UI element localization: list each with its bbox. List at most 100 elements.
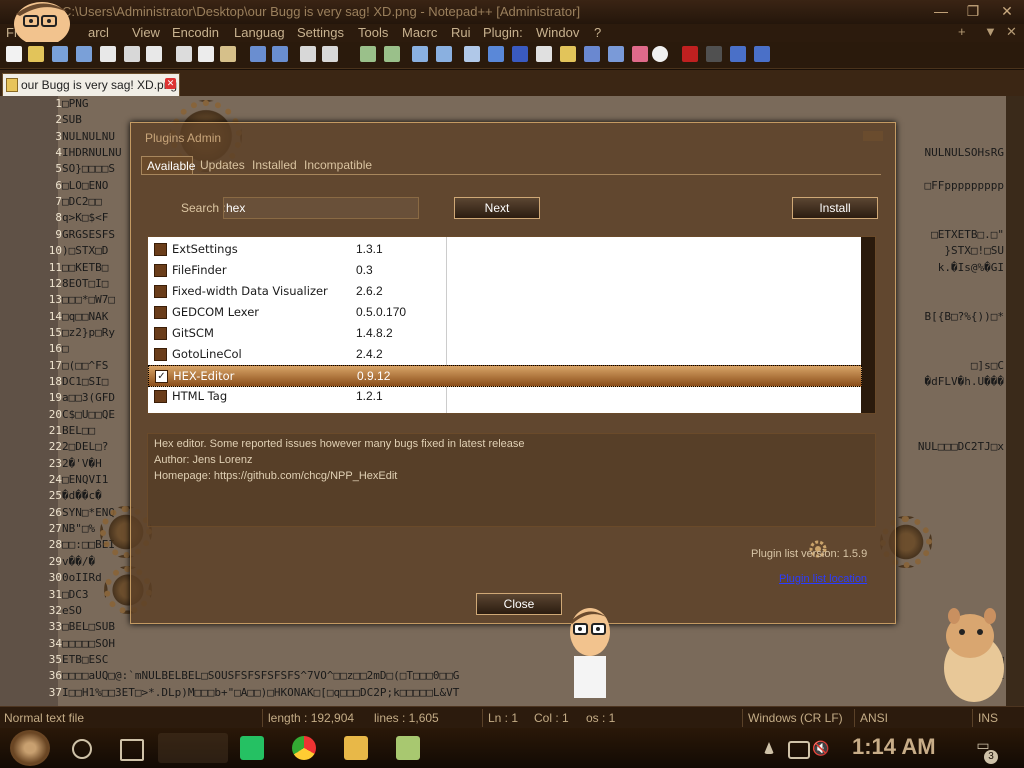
- task-view-icon[interactable]: [120, 739, 144, 761]
- plugin-row[interactable]: ExtSettings 1.3.1: [148, 239, 860, 259]
- menu-view[interactable]: View: [132, 25, 160, 40]
- plugin-checkbox[interactable]: ✓: [155, 370, 168, 383]
- menu-run[interactable]: Rui: [451, 25, 471, 40]
- language-icon[interactable]: [536, 46, 552, 62]
- undo-icon[interactable]: [250, 46, 266, 62]
- plugin-list-location-link[interactable]: Plugin list location: [779, 573, 867, 585]
- sync-horizontal-icon[interactable]: [436, 46, 452, 62]
- close-file-icon[interactable]: [100, 46, 116, 62]
- record-macro-icon[interactable]: [682, 46, 698, 62]
- show-hidden-icons[interactable]: [764, 742, 774, 754]
- minimize-button[interactable]: —: [928, 2, 954, 20]
- install-button[interactable]: Install: [792, 197, 878, 219]
- taskbar-slot[interactable]: [158, 733, 228, 763]
- menu-dropdown-icon[interactable]: ▼: [984, 24, 997, 39]
- print-icon[interactable]: [146, 46, 162, 62]
- folder-workspace-icon[interactable]: [608, 46, 624, 62]
- paste-icon[interactable]: [220, 46, 236, 62]
- dialog-title: Plugins Admin: [145, 131, 222, 145]
- next-button[interactable]: Next: [454, 197, 540, 219]
- menu-close-icon[interactable]: ✕: [1006, 24, 1017, 40]
- stop-macro-icon[interactable]: [706, 46, 722, 62]
- menu-plugins[interactable]: Plugin:: [483, 25, 523, 40]
- dialog-close-icon[interactable]: [863, 131, 883, 141]
- plugin-row[interactable]: ✓ HEX-Editor 0.9.12: [148, 365, 862, 387]
- notepad-plus-icon[interactable]: [396, 736, 420, 760]
- save-all-icon[interactable]: [76, 46, 92, 62]
- plugin-list[interactable]: ExtSettings 1.3.1 FileFinder 0.3 Fixed-width…: [147, 236, 876, 414]
- search-input[interactable]: [223, 197, 419, 219]
- plugin-checkbox[interactable]: [154, 348, 167, 361]
- plugin-row[interactable]: Fixed-width Data Visualizer 2.6.2: [148, 281, 860, 301]
- redo-icon[interactable]: [272, 46, 288, 62]
- menu-language[interactable]: Languag: [234, 25, 285, 40]
- tab-available[interactable]: Available: [141, 156, 195, 174]
- show-all-chars-icon[interactable]: [488, 46, 504, 62]
- tab-close-icon[interactable]: ✕: [165, 78, 176, 89]
- line-number: 15: [48, 325, 62, 339]
- play-macro-icon[interactable]: [730, 46, 746, 62]
- plugin-version: 2.4.2: [356, 347, 383, 361]
- close-button[interactable]: ✕: [994, 2, 1020, 20]
- close-dialog-button[interactable]: Close: [476, 593, 562, 615]
- plugin-row[interactable]: GEDCOM Lexer 0.5.0.170: [148, 302, 860, 322]
- search-circle-icon[interactable]: [72, 739, 92, 759]
- clock[interactable]: 1:14 AM: [852, 734, 936, 760]
- cut-icon[interactable]: [176, 46, 192, 62]
- plugin-list-version: Plugin list version: 1.5.9: [751, 548, 867, 560]
- plugin-checkbox[interactable]: [154, 390, 167, 403]
- plugin-row[interactable]: HTML Tag 1.2.1: [148, 386, 860, 406]
- tab-updates[interactable]: Updates: [195, 156, 250, 174]
- menu-tools[interactable]: Tools: [358, 25, 388, 40]
- open-file-icon[interactable]: [28, 46, 44, 62]
- plugin-checkbox[interactable]: [154, 327, 167, 340]
- indent-guide-icon[interactable]: [512, 46, 528, 62]
- zoom-out-icon[interactable]: [384, 46, 400, 62]
- chrome-icon[interactable]: [292, 736, 316, 760]
- file-tab-label: our Bugg is very sag! XD.png: [21, 78, 178, 92]
- line-number: 31: [48, 587, 62, 601]
- sync-vertical-icon[interactable]: [412, 46, 428, 62]
- plugin-checkbox[interactable]: [154, 243, 167, 256]
- menu-settings[interactable]: Settings: [297, 25, 344, 40]
- sheets-icon[interactable]: [240, 736, 264, 760]
- copy-icon[interactable]: [198, 46, 214, 62]
- find-icon[interactable]: [300, 46, 316, 62]
- plugin-checkbox[interactable]: [154, 306, 167, 319]
- tab-incompatible[interactable]: Incompatible: [299, 156, 377, 174]
- file-explorer-icon[interactable]: [344, 736, 368, 760]
- menu-add-icon[interactable]: +: [958, 24, 966, 39]
- network-icon[interactable]: [788, 741, 810, 759]
- monitoring-icon[interactable]: [632, 46, 648, 62]
- volume-muted-icon[interactable]: 🔇: [812, 740, 830, 756]
- word-wrap-icon[interactable]: [464, 46, 480, 62]
- maximize-button[interactable]: ❐: [960, 2, 986, 20]
- replace-icon[interactable]: [322, 46, 338, 62]
- menu-window[interactable]: Windov: [536, 25, 579, 40]
- menu-macro[interactable]: Macrc: [402, 25, 437, 40]
- plugin-checkbox[interactable]: [154, 264, 167, 277]
- close-all-icon[interactable]: [124, 46, 140, 62]
- plugin-checkbox[interactable]: [154, 285, 167, 298]
- menu-help[interactable]: ?: [594, 25, 601, 40]
- new-file-icon[interactable]: [6, 46, 22, 62]
- function-list-icon[interactable]: [584, 46, 600, 62]
- plugin-version: 1.3.1: [356, 242, 383, 256]
- menu-encoding[interactable]: Encodin: [172, 25, 219, 40]
- line-number: 5: [55, 162, 62, 176]
- doc-map-icon[interactable]: [560, 46, 576, 62]
- plugin-list-scrollbar[interactable]: [861, 237, 875, 413]
- run-macro-multiple-icon[interactable]: [754, 46, 770, 62]
- plugin-row[interactable]: GitSCM 1.4.8.2: [148, 323, 860, 343]
- save-icon[interactable]: [52, 46, 68, 62]
- code-line-tail: k.�Is@%�GI: [937, 260, 1004, 274]
- plugin-name: GEDCOM Lexer: [172, 305, 260, 319]
- menu-search[interactable]: arcl: [88, 25, 109, 40]
- plugin-row[interactable]: GotoLineCol 2.4.2: [148, 344, 860, 364]
- start-gear-icon[interactable]: [10, 730, 50, 766]
- file-tab[interactable]: our Bugg is very sag! XD.png ✕: [2, 73, 180, 96]
- plugin-row[interactable]: FileFinder 0.3: [148, 260, 860, 280]
- tab-installed[interactable]: Installed: [247, 156, 302, 174]
- eye-icon[interactable]: [652, 46, 668, 62]
- zoom-in-icon[interactable]: [360, 46, 376, 62]
